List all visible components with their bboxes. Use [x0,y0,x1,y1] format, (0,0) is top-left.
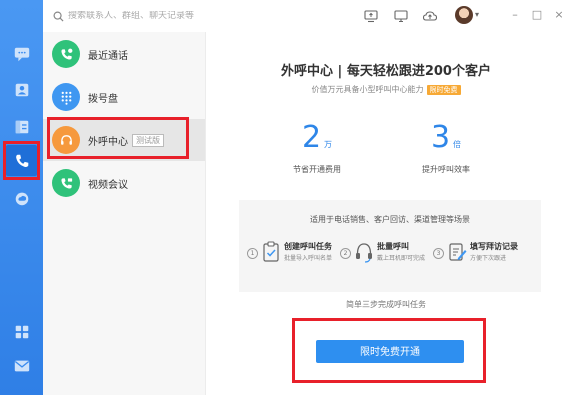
list-item-label: 最近通话 [88,50,128,62]
left-nav-rail [0,0,43,395]
contacts-icon[interactable] [6,74,37,105]
page-title: 外呼中心 | 每天轻松跟进200个客户 [281,64,491,79]
step-title: 创建呼叫任务 [284,242,332,251]
search-icon [53,11,64,22]
steps-card: 适用于电话销售、客户回访、渠道管理等场景 1 创建呼叫任务 批量导入呼叫名单 2… [239,200,541,292]
stat-caption: 节省开通费用 [293,165,341,174]
list-item-label: 拨号盘 [88,93,118,105]
screen-share-icon[interactable] [363,8,379,24]
call-menu-list: 最近通话 拨号盘 外呼中心 测试版 视频会议 [43,32,206,395]
beta-badge: 测试版 [132,133,164,147]
minimize-button[interactable]: – [508,8,522,21]
stat-number: 3 [430,120,451,155]
cloud-upload-icon[interactable] [422,8,438,24]
step-desc: 戴上耳机即可完成 [377,255,426,262]
stat-cost-saving: 2万 节省开通费用 [257,120,377,174]
step-number: 2 [340,248,351,259]
edit-record-icon [447,240,467,264]
subtitle-text: 价值万元具备小型呼叫中心能力 [311,85,424,94]
dialpad-icon [52,83,80,111]
avatar[interactable] [455,6,473,24]
step-number: 3 [433,248,444,259]
cloud-icon[interactable] [6,182,37,213]
headset-icon [354,240,374,264]
step-desc: 方便下次跟进 [470,255,507,262]
list-item-outbound-center[interactable]: 外呼中心 测试版 [43,119,205,161]
stat-efficiency: 3倍 提升呼叫效率 [386,120,506,174]
video-call-icon [52,169,80,197]
headset-icon [52,126,80,154]
list-item-dialpad[interactable]: 拨号盘 [43,76,205,118]
free-tag: 限时免费 [426,85,461,95]
app-window: ▾ – □ × 最近通话 拨号盘 外呼中心 测试版 [0,0,566,395]
step-number: 1 [247,248,258,259]
clipboard-check-icon [261,240,281,264]
step-title: 填写拜访记录 [470,242,518,251]
recent-call-icon [52,40,80,68]
stat-unit: 万 [324,140,333,149]
list-item-label: 视频会议 [88,179,128,191]
list-item-label: 外呼中心 [88,136,128,148]
list-item-video-meeting[interactable]: 视频会议 [43,162,205,204]
maximize-button[interactable]: □ [530,8,544,21]
mail-icon[interactable] [6,350,37,381]
stat-caption: 提升呼叫效率 [422,165,470,174]
chat-icon[interactable] [6,38,37,69]
stat-unit: 倍 [453,140,462,149]
monitor-icon[interactable] [393,8,409,24]
scenario-text: 适用于电话销售、客户回访、渠道管理等场景 [310,215,470,224]
free-activate-button[interactable]: 限时免费开通 [316,340,464,363]
chevron-down-icon[interactable]: ▾ [475,10,479,19]
steps-hint: 简单三步完成呼叫任务 [346,300,426,309]
outbound-center-panel: 外呼中心 | 每天轻松跟进200个客户 价值万元具备小型呼叫中心能力 限时免费 2… [206,32,566,395]
search-input[interactable] [64,11,228,21]
top-bar: ▾ – □ × [43,0,566,33]
stat-number: 2 [301,120,322,155]
step-title: 批量呼叫 [377,242,409,251]
search-box[interactable] [53,8,233,24]
phone-icon[interactable] [6,145,37,176]
step-desc: 批量导入呼叫名单 [284,255,333,262]
close-button[interactable]: × [552,8,566,21]
list-item-recent-calls[interactable]: 最近通话 [43,33,205,75]
page-subtitle: 价值万元具备小型呼叫中心能力 限时免费 [206,84,566,95]
apps-icon[interactable] [6,316,37,347]
calendar-icon[interactable] [6,111,37,142]
